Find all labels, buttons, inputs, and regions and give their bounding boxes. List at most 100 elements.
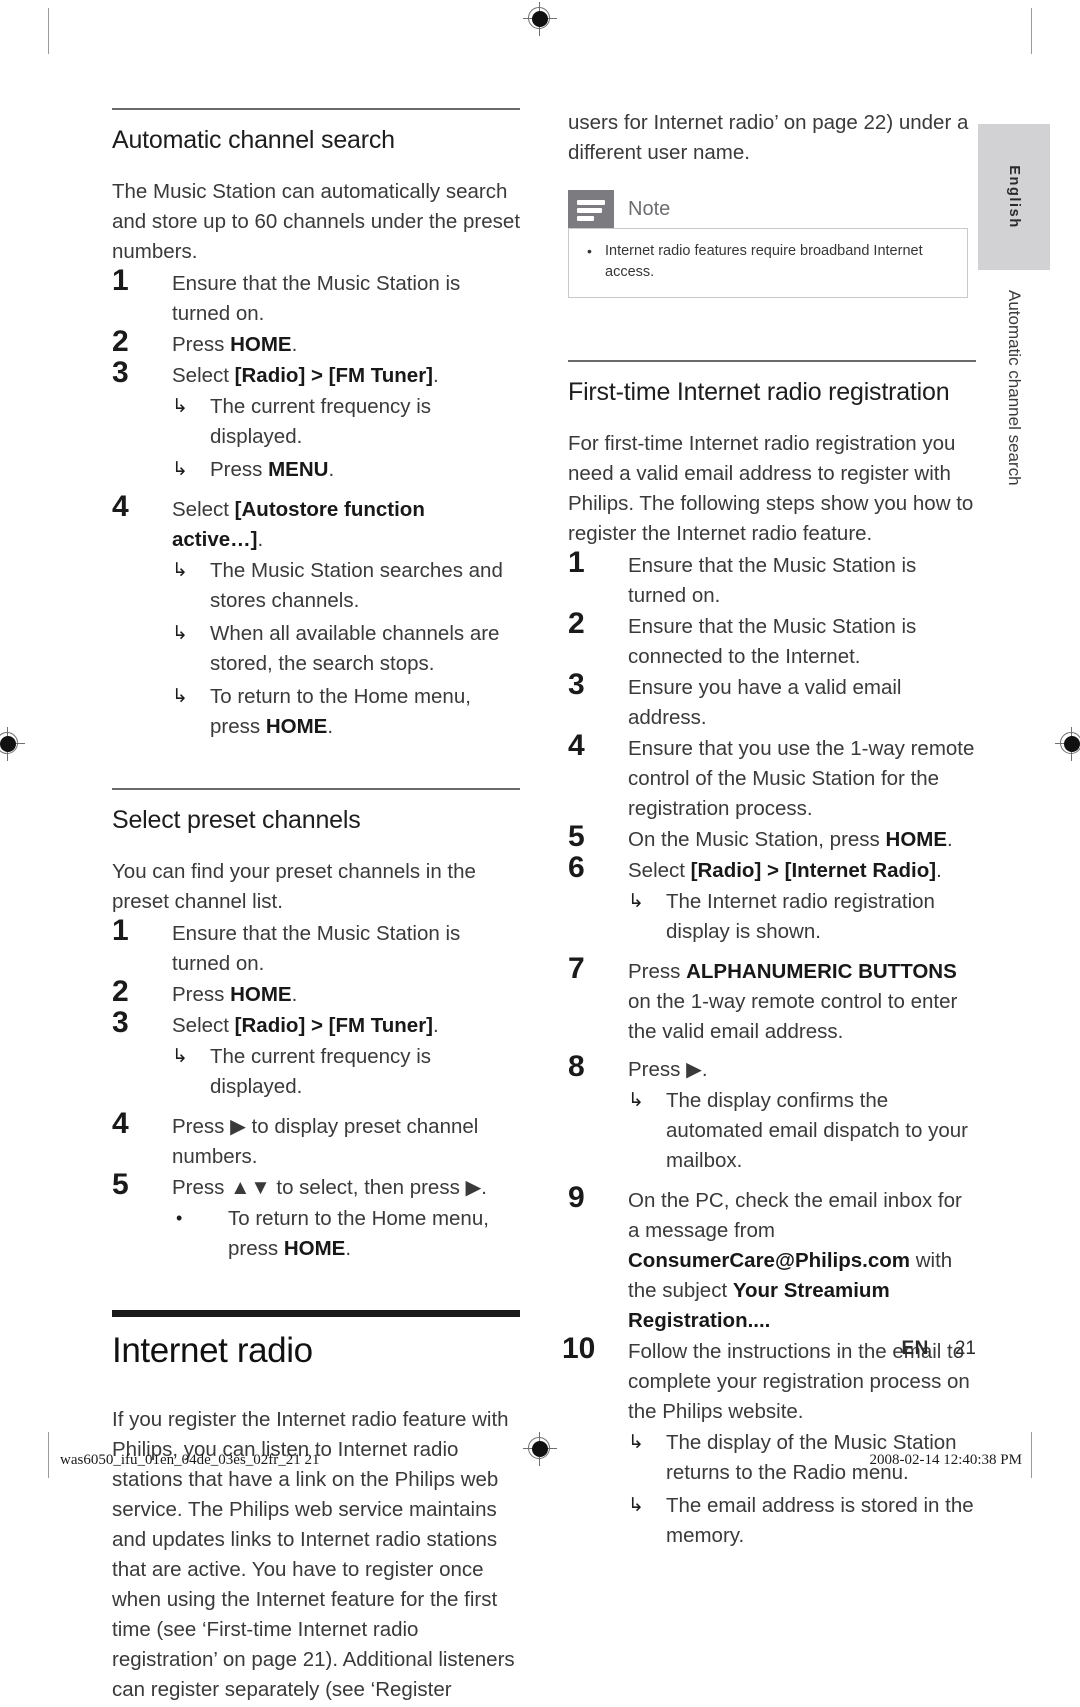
chapter-internet-radio: Internet radio If you register the Inter… [112, 1310, 520, 1705]
result-arrow-icon: ↳ [628, 1495, 644, 1516]
chapter-title: Internet radio [112, 1331, 313, 1370]
key-label: HOME [885, 828, 948, 851]
step-list: 1 Ensure that the Music Station is turne… [112, 914, 520, 1264]
step-number: 2 [112, 975, 129, 1008]
note-lines-icon [568, 190, 614, 228]
language-tab-label: English [1006, 165, 1022, 229]
step-number: 3 [112, 356, 129, 389]
step-number: 4 [112, 1107, 129, 1140]
menu-path: [Radio] > [Internet Radio] [690, 859, 937, 882]
bullet-text: To return to the Home menu, press HOME. [228, 1207, 489, 1260]
result-text: The current frequency is displayed. [210, 395, 432, 448]
section-first-time-registration: First-time Internet radio registration F… [562, 360, 976, 1551]
result-item: ↳ The Music Station searches and stores … [172, 556, 520, 616]
step-text: Ensure that the Music Station is turned … [628, 554, 917, 607]
key-label: HOME [283, 1237, 346, 1260]
page-footer: EN 21 [568, 1338, 976, 1360]
result-item: ↳ The current frequency is displayed. [172, 392, 520, 452]
note-callout: Note • Internet radio features require b… [568, 190, 968, 298]
section-intro: The Music Station can automatically sear… [112, 180, 521, 263]
result-arrow-icon: ↳ [628, 891, 644, 912]
step-item: 2 Press HOME. [112, 975, 520, 1010]
step-item: 2 Ensure that the Music Station is conne… [568, 607, 976, 672]
step-item: 1 Ensure that the Music Station is turne… [112, 264, 520, 329]
chapter-rule [112, 1310, 520, 1317]
note-body: • Internet radio features require broadb… [568, 228, 968, 298]
step-number: 1 [112, 264, 129, 297]
result-text: When all available channels are stored, … [210, 622, 500, 675]
menu-path: [Radio] > [FM Tuner] [234, 364, 434, 387]
result-item: ↳ The Internet radio registration displa… [628, 887, 976, 947]
menu-path: [Radio] > [FM Tuner] [234, 1014, 434, 1037]
step-text: Press HOME. [172, 983, 298, 1006]
step-item: 5 Press ▲▼ to select, then press ▶. • To… [112, 1168, 520, 1264]
step-number: 1 [112, 914, 129, 947]
section-title: First-time Internet radio registration [568, 378, 950, 406]
step-item: 3 Ensure you have a valid email address. [568, 668, 976, 733]
step-item: 3 Select [Radio] > [FM Tuner]. ↳ The cur… [112, 1006, 520, 1102]
step-bullets: • To return to the Home menu, press HOME… [172, 1204, 520, 1264]
print-footer-timestamp: 2008-02-14 12:40:38 PM [869, 1452, 1022, 1468]
step-number: 7 [568, 952, 585, 985]
section-intro: You can find your preset channels in the… [112, 860, 476, 913]
result-item: ↳ The email address is stored in the mem… [628, 1491, 976, 1551]
step-number: 8 [568, 1050, 585, 1083]
step-item: 3 Select [Radio] > [FM Tuner]. ↳ The cur… [112, 356, 520, 485]
section-intro: For first-time Internet radio registrati… [568, 432, 974, 545]
step-results: ↳ The current frequency is displayed. ↳ … [172, 392, 520, 485]
continuation-text: users for Internet radio’ on page 22) un… [568, 111, 969, 164]
step-number: 3 [568, 668, 585, 701]
step-text: Press ▲▼ to select, then press ▶. [172, 1176, 487, 1199]
result-arrow-icon: ↳ [172, 1046, 188, 1067]
step-text: Select [Radio] > [FM Tuner]. [172, 364, 439, 387]
margin-running-head: Automatic channel search [978, 290, 1050, 490]
step-item: 4 Ensure that you use the 1-way remote c… [568, 729, 976, 824]
bullet-dot-icon: • [587, 243, 592, 259]
step-text: Press ▶ to display preset channel number… [172, 1115, 479, 1168]
chapter-intro: If you register the Internet radio featu… [112, 1408, 515, 1701]
step-number: 4 [112, 490, 129, 523]
step-results: ↳ The current frequency is displayed. [172, 1042, 520, 1102]
step-results: ↳ The Internet radio registration displa… [628, 887, 976, 947]
step-text: Ensure you have a valid email address. [628, 676, 902, 729]
result-item: ↳ When all available channels are stored… [172, 619, 520, 679]
result-arrow-icon: ↳ [628, 1090, 644, 1111]
step-results: ↳ The display confirms the automated ema… [628, 1086, 976, 1176]
step-text: Ensure that the Music Station is connect… [628, 615, 917, 668]
key-label: HOME [230, 983, 292, 1006]
step-list: 1 Ensure that the Music Station is turne… [562, 546, 976, 1551]
step-text: Ensure that the Music Station is turned … [172, 922, 461, 975]
section-rule [112, 788, 520, 790]
key-label: MENU [268, 458, 329, 481]
section-select-preset-channels: Select preset channels You can find your… [112, 788, 520, 1264]
step-text: Ensure that you use the 1-way remote con… [628, 737, 975, 820]
result-item: ↳ The display confirms the automated ema… [628, 1086, 976, 1176]
step-number: 4 [568, 729, 585, 762]
result-text: The Internet radio registration display … [666, 890, 935, 943]
step-text: Select [Radio] > [Internet Radio]. [628, 859, 942, 882]
note-header: Note [568, 190, 968, 228]
step-item: 1 Ensure that the Music Station is turne… [112, 914, 520, 979]
step-text: On the Music Station, press HOME. [628, 828, 953, 851]
result-text: The display confirms the automated email… [666, 1089, 968, 1172]
result-text: The email address is stored in the memor… [666, 1494, 974, 1547]
step-number: 6 [568, 851, 585, 884]
step-text: On the PC, check the email inbox for a m… [628, 1189, 962, 1332]
step-number: 5 [568, 820, 585, 853]
step-item: 9 On the PC, check the email inbox for a… [568, 1181, 976, 1336]
section-title: Automatic channel search [112, 126, 395, 154]
margin-running-head-label: Automatic channel search [1005, 290, 1024, 486]
step-item: 7 Press ALPHANUMERIC BUTTONS on the 1-wa… [568, 952, 976, 1047]
step-text: Select [Radio] > [FM Tuner]. [172, 1014, 439, 1037]
key-label: HOME [265, 715, 328, 738]
step-item: 4 Press ▶ to display preset channel numb… [112, 1107, 520, 1172]
step-item: 2 Press HOME. [112, 325, 520, 360]
note-title: Note [628, 197, 671, 220]
step-item: 4 Select [Autostore function active…]. ↳… [112, 490, 520, 742]
email-address: ConsumerCare@Philips.com [628, 1249, 911, 1272]
result-text: The Music Station searches and stores ch… [210, 559, 503, 612]
bullet-item: • To return to the Home menu, press HOME… [172, 1204, 520, 1264]
step-item: 1 Ensure that the Music Station is turne… [568, 546, 976, 611]
step-text: Ensure that the Music Station is turned … [172, 272, 461, 325]
page-number: 21 [954, 1338, 976, 1359]
